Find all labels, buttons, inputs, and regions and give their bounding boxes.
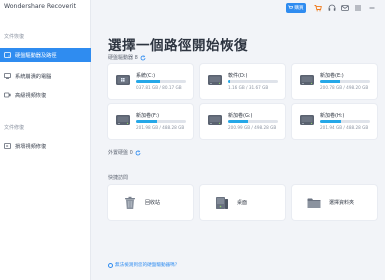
quick-access-select-folder[interactable]: 選擇資料夾 bbox=[292, 185, 377, 220]
drive-card[interactable]: 新加卷(F:) 201.98 GB / 488.28 GB bbox=[108, 104, 193, 139]
sidebar-section-file-recovery: 文件恢復 bbox=[4, 34, 25, 40]
sidebar-item-label: 高級視頻恢復 bbox=[15, 92, 47, 99]
sidebar: Wondershare Recoverit 文件恢復 硬盤驅動器及路徑 系統崩潰… bbox=[0, 0, 91, 280]
drive-usage-fill bbox=[136, 120, 157, 123]
drive-name: 新加卷(H:) bbox=[320, 113, 345, 119]
cart-icon bbox=[288, 5, 294, 12]
drive-usage-bar bbox=[228, 80, 278, 83]
drive-card[interactable]: 系統(C:) 037.81 GB / 80.17 GB bbox=[108, 64, 193, 99]
quick-access-label: 回收站 bbox=[145, 200, 161, 206]
quick-access-desktop[interactable]: 桌面 bbox=[200, 185, 285, 220]
mail-icon[interactable] bbox=[341, 4, 349, 12]
quick-access-label: 選擇資料夾 bbox=[329, 200, 355, 206]
drive-usage-fill bbox=[136, 80, 160, 83]
help-icon bbox=[108, 262, 113, 268]
folder-icon bbox=[307, 196, 321, 210]
help-link-text: 無法檢測到您的硬盤驅動器嗎？ bbox=[115, 263, 180, 268]
headset-icon[interactable] bbox=[328, 4, 336, 12]
drive-name: 新加卷(E:) bbox=[320, 73, 344, 79]
drive-usage-fill bbox=[320, 120, 341, 123]
hard-drive-icon bbox=[299, 112, 315, 128]
hard-drive-icon bbox=[207, 112, 223, 128]
hard-drive-icon bbox=[4, 52, 11, 58]
drives-label: 硬盤驅動器 8 bbox=[108, 55, 138, 61]
app-title: Wondershare Recoverit bbox=[4, 3, 77, 10]
drive-usage-bar bbox=[136, 80, 186, 83]
drive-card[interactable]: 新加卷(G:) 200.99 GB / 498.28 GB bbox=[200, 104, 285, 139]
refresh-icon[interactable] bbox=[135, 149, 141, 156]
monitor-icon bbox=[4, 73, 11, 79]
drive-name: 新加卷(G:) bbox=[228, 113, 253, 119]
sidebar-item-label: 損壞視頻修復 bbox=[15, 143, 47, 150]
drive-size: 037.81 GB / 80.17 GB bbox=[136, 85, 182, 90]
drive-name: 系統(C:) bbox=[136, 73, 156, 79]
quick-access-label: 快捷訪問 bbox=[108, 174, 128, 181]
help-link[interactable]: 無法檢測到您的硬盤驅動器嗎？ bbox=[108, 262, 179, 268]
drive-name: 新加卷(F:) bbox=[136, 113, 160, 119]
sidebar-item-video-repair[interactable]: 損壞視頻修復 bbox=[0, 139, 91, 153]
sidebar-item-hard-drive[interactable]: 硬盤驅動器及路徑 bbox=[0, 48, 91, 62]
windows-drive-icon bbox=[115, 72, 131, 88]
minimize-icon[interactable] bbox=[368, 4, 376, 12]
drive-usage-fill bbox=[228, 120, 248, 123]
hard-drive-icon bbox=[299, 72, 315, 88]
sidebar-item-label: 系統崩潰的電腦 bbox=[15, 73, 52, 80]
drive-card[interactable]: 新加卷(H:) 201.94 GB / 488.28 GB bbox=[292, 104, 377, 139]
buy-button[interactable]: 購買 bbox=[286, 3, 306, 13]
drive-usage-bar bbox=[228, 120, 278, 123]
drive-size: 201.98 GB / 488.28 GB bbox=[136, 125, 185, 130]
drive-usage-bar bbox=[320, 80, 370, 83]
quick-access-title: 快捷訪問 bbox=[108, 175, 129, 181]
sidebar-item-label: 硬盤驅動器及路徑 bbox=[15, 52, 57, 59]
hard-drive-icon bbox=[207, 72, 223, 88]
drives-section-label: 硬盤驅動器 8 bbox=[108, 54, 146, 61]
video-repair-icon bbox=[4, 143, 11, 149]
drive-usage-bar bbox=[136, 120, 186, 123]
sidebar-item-crashed-computer[interactable]: 系統崩潰的電腦 bbox=[0, 69, 91, 83]
sidebar-item-advanced-video[interactable]: 高級視頻恢復 bbox=[0, 88, 91, 102]
buy-button-label: 購買 bbox=[294, 6, 304, 11]
hard-drive-icon bbox=[115, 112, 131, 128]
desktop-icon bbox=[215, 196, 229, 210]
external-section-label: 外置硬盤 0 bbox=[108, 149, 141, 156]
quick-access-recycle-bin[interactable]: 回收站 bbox=[108, 185, 193, 220]
video-icon bbox=[4, 92, 11, 98]
page-title: 選擇一個路徑開始恢復 bbox=[108, 38, 248, 54]
drive-usage-fill bbox=[320, 80, 340, 83]
refresh-icon[interactable] bbox=[140, 54, 146, 61]
recycle-bin-icon bbox=[123, 196, 137, 210]
drive-size: 1.16 GB / 31.67 GB bbox=[228, 85, 269, 90]
quick-access-label: 桌面 bbox=[237, 200, 248, 206]
drive-size: 200.78 GB / 498.20 GB bbox=[320, 85, 369, 90]
cart-tool-icon[interactable] bbox=[314, 4, 322, 12]
top-bar: 購買 bbox=[91, 0, 385, 17]
menu-icon[interactable] bbox=[354, 4, 362, 12]
drive-usage-fill bbox=[228, 80, 230, 83]
drive-size: 200.99 GB / 498.28 GB bbox=[228, 125, 277, 130]
sidebar-section-file-repair: 文件修復 bbox=[4, 125, 25, 131]
drive-card[interactable]: 新加卷(E:) 200.78 GB / 498.20 GB bbox=[292, 64, 377, 99]
drive-usage-bar bbox=[320, 120, 370, 123]
drive-name: 軟件(D:) bbox=[228, 73, 248, 79]
external-label: 外置硬盤 0 bbox=[108, 150, 133, 156]
drive-card[interactable]: 軟件(D:) 1.16 GB / 31.67 GB bbox=[200, 64, 285, 99]
drive-size: 201.94 GB / 488.28 GB bbox=[320, 125, 369, 130]
